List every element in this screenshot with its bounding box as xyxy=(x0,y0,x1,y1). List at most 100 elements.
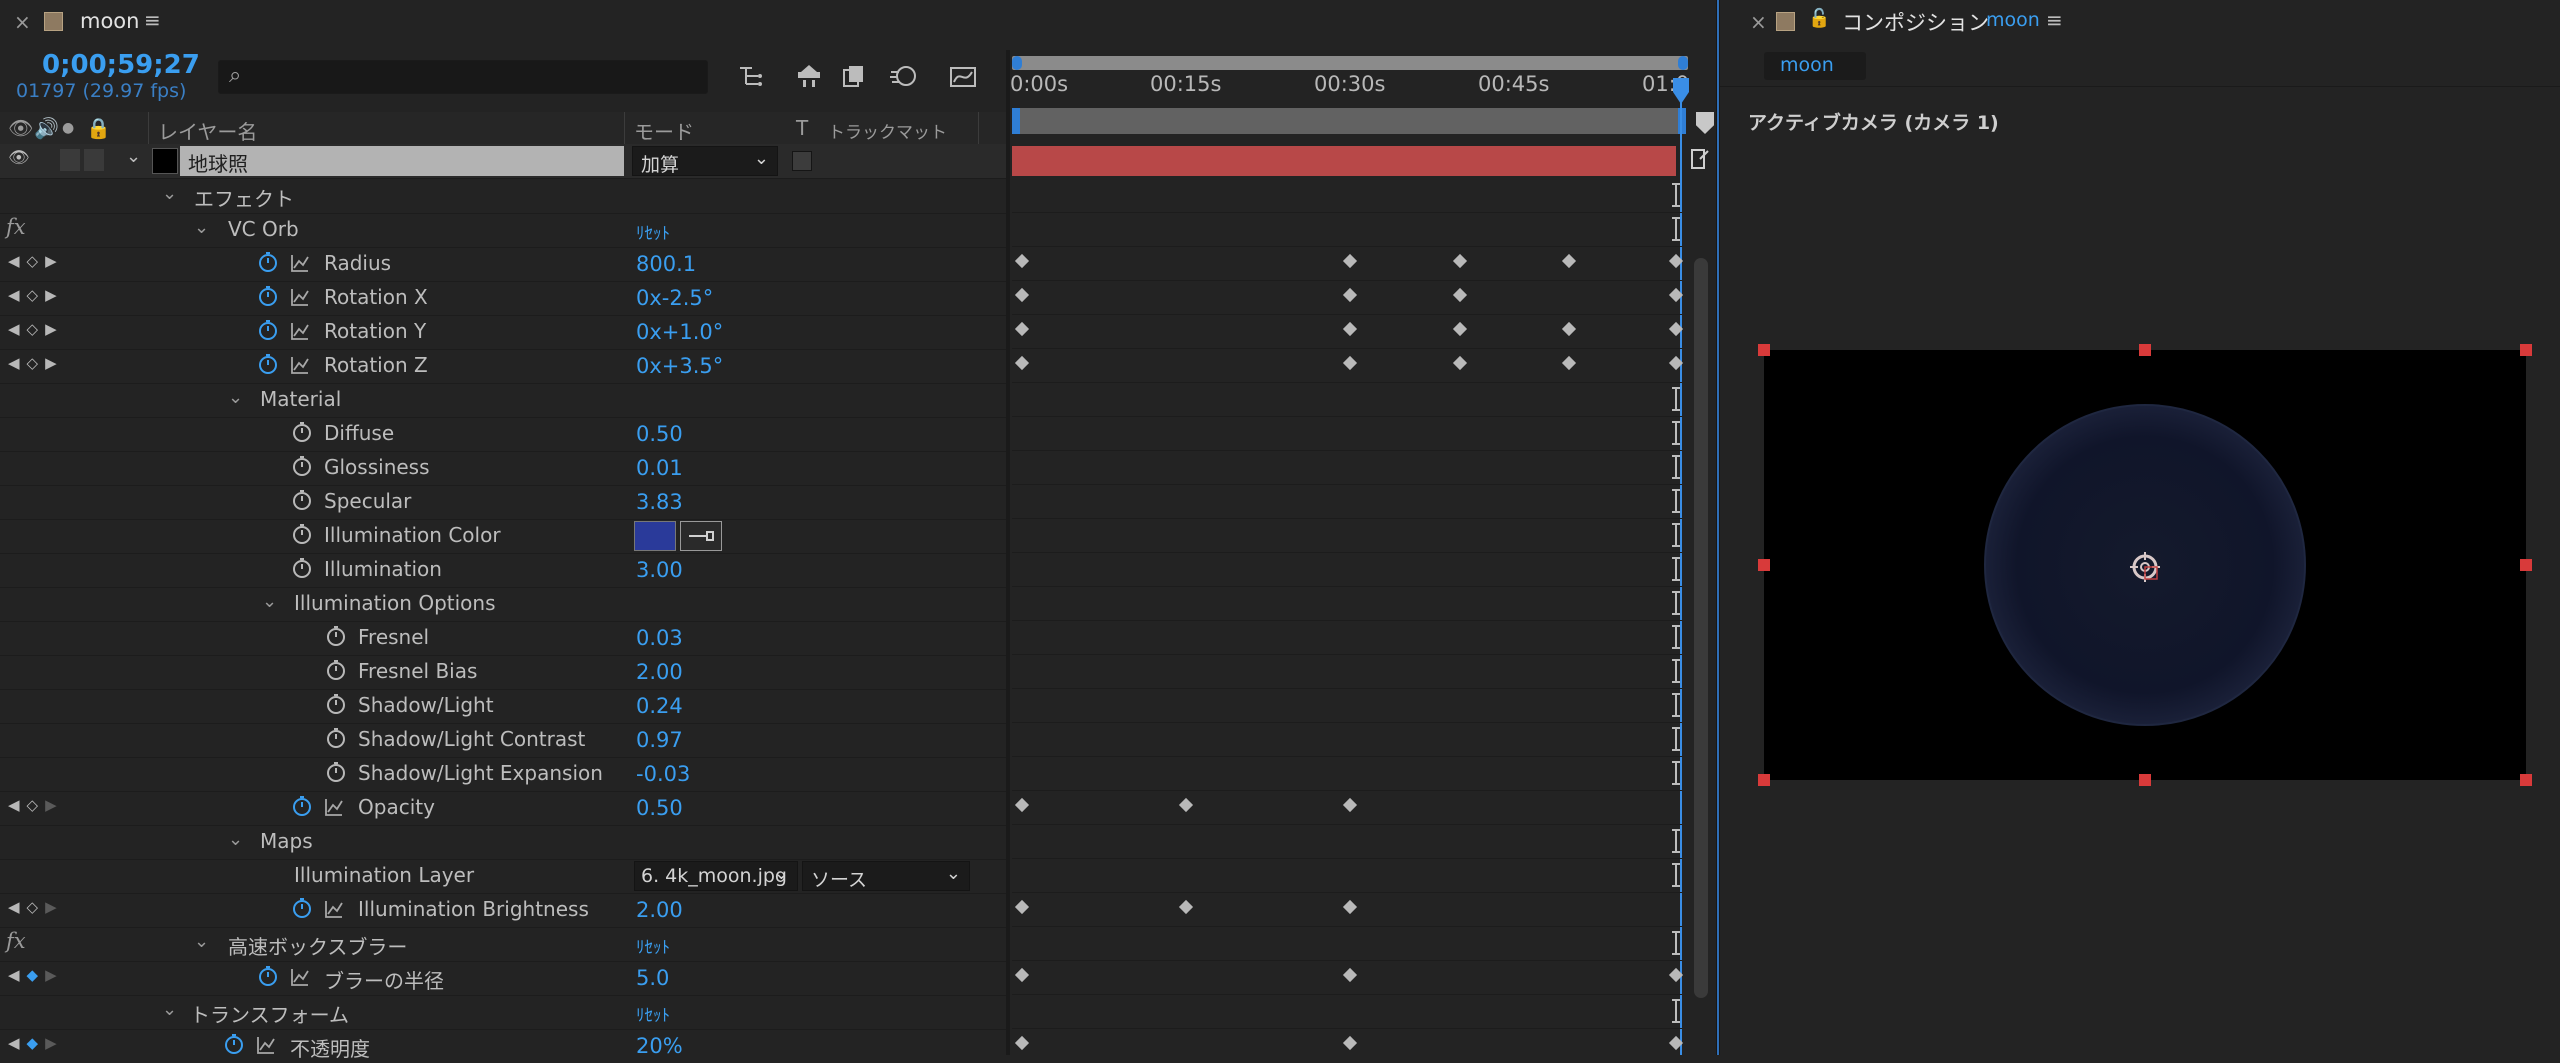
layer-name-field[interactable]: 地球照 xyxy=(180,146,624,176)
stopwatch-icon[interactable] xyxy=(324,726,348,750)
keyframe-navigator[interactable]: ◀◇▶ xyxy=(8,354,64,372)
stopwatch-icon[interactable] xyxy=(290,454,314,478)
graph-icon[interactable] xyxy=(324,797,344,817)
stopwatch-icon[interactable] xyxy=(324,760,348,784)
transform-group-row[interactable]: ⌄ トランスフォーム ﾘｾｯﾄ xyxy=(0,995,1006,1030)
property-row-diffuse[interactable]: Diffuse 0.50 xyxy=(0,417,1006,452)
property-row-rotation-z[interactable]: ◀◇▶ Rotation Z 0x+3.5° xyxy=(0,349,1006,384)
bounding-handle[interactable] xyxy=(2139,774,2151,786)
property-row-shadow-light-contrast[interactable]: Shadow/Light Contrast 0.97 xyxy=(0,723,1006,758)
bounding-handle[interactable] xyxy=(2139,344,2151,356)
layer-name-column[interactable]: レイヤー名 xyxy=(158,116,257,145)
keyframe-navigator[interactable]: ◀◆▶ xyxy=(8,966,64,984)
property-value[interactable]: 3.00 xyxy=(636,558,683,582)
property-value[interactable]: 2.00 xyxy=(636,660,683,684)
layer-row[interactable]: 👁 ⌄ 地球照 加算 ⌄ xyxy=(0,144,1006,179)
close-tab-button[interactable]: × xyxy=(1750,10,1767,34)
stopwatch-icon[interactable] xyxy=(324,624,348,648)
blend-mode-select[interactable]: 加算 ⌄ xyxy=(632,146,778,176)
property-value[interactable]: 800.1 xyxy=(636,252,696,276)
property-value[interactable]: 20% xyxy=(636,1034,683,1058)
effect-vc-orb-row[interactable]: fx ⌄ VC Orb ﾘｾｯﾄ xyxy=(0,213,1006,248)
property-row-shadow-light[interactable]: Shadow/Light 0.24 xyxy=(0,689,1006,724)
property-value[interactable]: 0x+1.0° xyxy=(636,320,723,344)
graph-icon[interactable] xyxy=(290,253,310,273)
property-value[interactable]: 0.50 xyxy=(636,422,683,446)
draft-3d-icon[interactable] xyxy=(792,60,826,92)
vertical-scrollbar[interactable] xyxy=(1694,258,1708,998)
property-value[interactable]: 0.01 xyxy=(636,456,683,480)
visibility-eye-icon[interactable]: 👁 xyxy=(8,148,30,168)
chevron-down-icon[interactable]: ⌄ xyxy=(126,146,141,167)
property-row-illumination-brightness[interactable]: ◀◇▶ Illumination Brightness 2.00 xyxy=(0,893,1006,928)
panel-menu-icon[interactable]: ≡ xyxy=(2046,8,2063,32)
graph-editor-icon[interactable] xyxy=(946,60,980,92)
chevron-down-icon[interactable]: ⌄ xyxy=(194,217,209,238)
track-matte-column[interactable]: トラックマット xyxy=(828,118,947,143)
bounding-handle[interactable] xyxy=(2520,559,2532,571)
graph-icon[interactable] xyxy=(290,967,310,987)
solo-icon[interactable]: ● xyxy=(62,120,74,136)
property-value[interactable]: 2.00 xyxy=(636,898,683,922)
lock-icon[interactable]: 🔓 xyxy=(1808,8,1830,29)
work-area-start-handle[interactable] xyxy=(1012,108,1020,134)
navigator-start-handle[interactable] xyxy=(1012,56,1022,70)
stopwatch-icon[interactable] xyxy=(290,794,314,818)
current-time-indicator-head[interactable] xyxy=(1672,78,1690,104)
property-value[interactable]: -0.03 xyxy=(636,762,690,786)
chevron-down-icon[interactable]: ⌄ xyxy=(228,829,243,850)
chevron-down-icon[interactable]: ⌄ xyxy=(228,387,243,408)
current-time-display[interactable]: 0;00;59;27 xyxy=(42,50,200,80)
graph-icon[interactable] xyxy=(324,899,344,919)
audio-icon[interactable]: 🔊 xyxy=(34,116,59,140)
property-value[interactable]: 5.0 xyxy=(636,966,669,990)
property-row-rotation-y[interactable]: ◀◇▶ Rotation Y 0x+1.0° xyxy=(0,315,1006,350)
bounding-handle[interactable] xyxy=(1758,559,1770,571)
chevron-down-icon[interactable]: ⌄ xyxy=(262,591,277,612)
preserve-transparency-checkbox[interactable] xyxy=(792,151,812,171)
bounding-handle[interactable] xyxy=(2520,344,2532,356)
keyframe-navigator[interactable]: ◀◇▶ xyxy=(8,252,64,270)
source-select[interactable]: ソース ⌄ xyxy=(802,861,970,891)
close-tab-button[interactable]: × xyxy=(14,10,31,34)
bounding-handle[interactable] xyxy=(1758,774,1770,786)
property-row-fresnel-bias[interactable]: Fresnel Bias 2.00 xyxy=(0,655,1006,690)
graph-icon[interactable] xyxy=(290,287,310,307)
illumination-options-group-row[interactable]: ⌄ Illumination Options xyxy=(0,587,1006,622)
keyframe-navigator[interactable]: ◀◇▶ xyxy=(8,898,64,916)
material-group-row[interactable]: ⌄ Material xyxy=(0,383,1006,418)
reset-link[interactable]: ﾘｾｯﾄ xyxy=(636,1001,670,1026)
eyedropper-icon[interactable] xyxy=(680,521,722,551)
layer-select[interactable]: 6. 4k_moon.jpg ⌄ xyxy=(634,861,798,891)
stopwatch-icon[interactable] xyxy=(256,964,280,988)
property-row-fresnel[interactable]: Fresnel 0.03 xyxy=(0,621,1006,656)
stopwatch-icon[interactable] xyxy=(256,352,280,376)
property-value[interactable]: 3.83 xyxy=(636,490,683,514)
effects-group-row[interactable]: ⌄ エフェクト xyxy=(0,179,1006,214)
fx-icon[interactable]: fx xyxy=(6,215,26,239)
navigator-end-handle[interactable] xyxy=(1678,56,1688,70)
lock-switch[interactable] xyxy=(84,149,104,171)
layer-label-color[interactable] xyxy=(152,148,178,174)
stopwatch-icon[interactable] xyxy=(290,488,314,512)
graph-icon[interactable] xyxy=(290,355,310,375)
maps-group-row[interactable]: ⌄ Maps xyxy=(0,825,1006,860)
layer-duration-bar[interactable] xyxy=(1012,146,1676,176)
bounding-handle[interactable] xyxy=(2520,774,2532,786)
property-row-blur-radius[interactable]: ◀◆▶ ブラーの半径 5.0 xyxy=(0,961,1006,996)
keyframe-navigator[interactable]: ◀◇▶ xyxy=(8,796,64,814)
property-value[interactable]: 0x-2.5° xyxy=(636,286,713,310)
property-row-specular[interactable]: Specular 3.83 xyxy=(0,485,1006,520)
property-value[interactable]: 0.50 xyxy=(636,796,683,820)
property-row-opacity[interactable]: ◀◇▶ Opacity 0.50 xyxy=(0,791,1006,826)
layer-out-point-icon[interactable] xyxy=(1690,146,1712,172)
chevron-down-icon[interactable]: ⌄ xyxy=(162,999,177,1020)
property-value[interactable]: 0.97 xyxy=(636,728,683,752)
composition-name[interactable]: moon xyxy=(1986,9,2040,31)
stopwatch-icon[interactable] xyxy=(256,318,280,342)
motion-blur-icon[interactable] xyxy=(886,60,920,92)
stopwatch-icon[interactable] xyxy=(256,284,280,308)
reset-link[interactable]: ﾘｾｯﾄ xyxy=(636,933,670,958)
keyframe-navigator[interactable]: ◀◇▶ xyxy=(8,320,64,338)
stopwatch-icon[interactable] xyxy=(324,658,348,682)
